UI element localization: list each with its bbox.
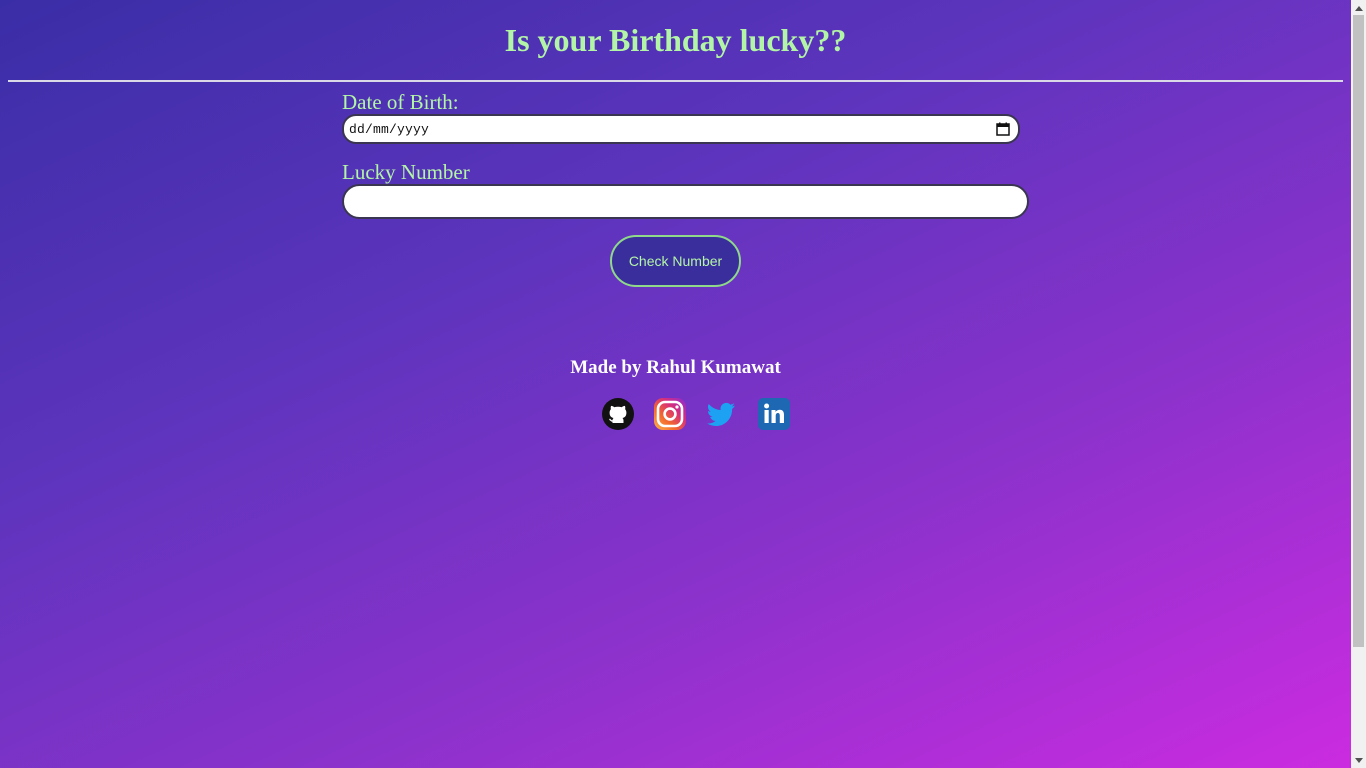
header-divider [8, 80, 1343, 82]
check-number-button[interactable]: Check Number [610, 235, 741, 287]
vertical-scrollbar[interactable] [1351, 0, 1366, 768]
instagram-icon[interactable] [653, 397, 687, 431]
twitter-icon[interactable] [704, 397, 738, 431]
linkedin-icon[interactable] [757, 397, 791, 431]
dob-label: Date of Birth: [342, 90, 459, 114]
lucky-number-label: Lucky Number [342, 160, 470, 184]
github-icon[interactable] [601, 397, 635, 431]
lucky-number-input[interactable] [342, 184, 1029, 219]
page-title: Is your Birthday lucky?? [504, 22, 847, 58]
scrollbar-thumb[interactable] [1353, 15, 1364, 647]
page: Is your Birthday lucky?? Date of Birth: … [0, 0, 1351, 768]
scroll-up-arrow-icon[interactable] [1351, 0, 1366, 15]
calendar-icon[interactable] [996, 122, 1010, 136]
dob-placeholder: dd/mm/yyyy [349, 121, 430, 137]
scroll-down-arrow-icon[interactable] [1351, 753, 1366, 768]
author-credit: Made by Rahul Kumawat [570, 357, 781, 378]
dob-input[interactable]: dd/mm/yyyy [342, 114, 1020, 144]
